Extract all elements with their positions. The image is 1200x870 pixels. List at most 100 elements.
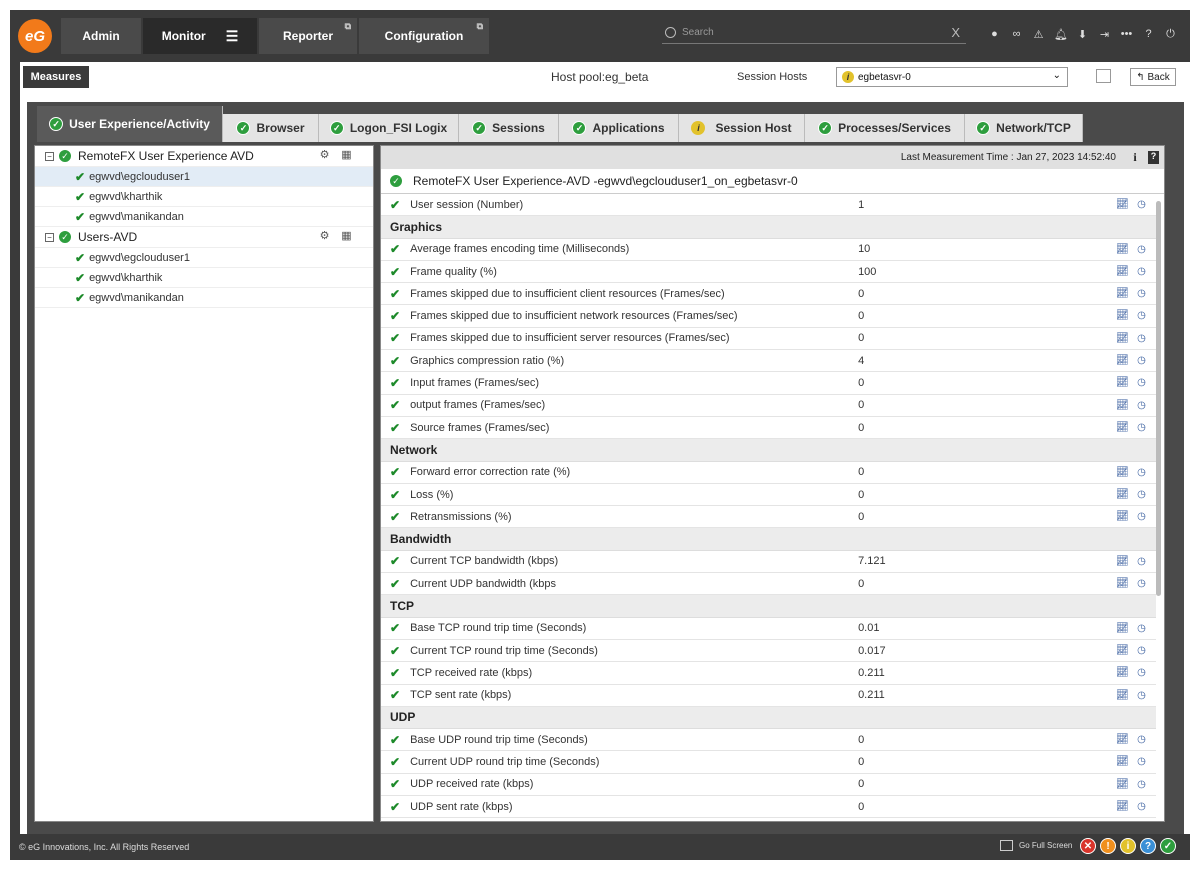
history-icon[interactable]: ◷ [1135, 510, 1148, 523]
link-icon[interactable]: ∞ [1010, 28, 1023, 41]
graph-icon[interactable]: 📈︎ [1116, 577, 1129, 590]
history-icon[interactable]: ◷ [1135, 689, 1148, 702]
config-gear-icon[interactable]: ⚙ [318, 230, 331, 243]
more-icon[interactable]: ••• [1120, 28, 1133, 41]
history-icon[interactable]: ◷ [1135, 622, 1148, 635]
graph-icon[interactable]: 📈︎ [1116, 243, 1129, 256]
graph-icon[interactable]: 📈︎ [1116, 778, 1129, 791]
graph-icon[interactable]: 📈︎ [1116, 733, 1129, 746]
search-input[interactable]: Search [682, 27, 951, 38]
tab-processes-services[interactable]: ✓ Processes/Services [805, 114, 965, 142]
graph-icon[interactable]: 📈︎ [1116, 622, 1129, 635]
graph-icon[interactable]: 📈︎ [1116, 332, 1129, 345]
tree-item[interactable]: ✔ egwvd\manikandan [35, 207, 373, 227]
graph-icon[interactable]: 📈︎ [1116, 666, 1129, 679]
measure-name: UDP received rate (kbps) [410, 778, 534, 791]
collapse-icon[interactable]: − [45, 232, 54, 242]
critical-icon[interactable]: ✕ [1080, 838, 1096, 854]
nav-reporter[interactable]: Reporter ⧉ [259, 18, 357, 54]
unknown-icon[interactable]: ? [1140, 838, 1156, 854]
history-icon[interactable]: ◷ [1135, 376, 1148, 389]
bell-icon[interactable]: 🔔︎ [1054, 28, 1068, 41]
scrollbar[interactable] [1156, 201, 1161, 596]
graph-icon[interactable]: 📈︎ [1116, 354, 1129, 367]
history-icon[interactable]: ◷ [1135, 644, 1148, 657]
graph-icon[interactable]: 📈︎ [1116, 689, 1129, 702]
collapse-icon[interactable]: − [45, 151, 54, 161]
graph-icon[interactable]: 📈︎ [1116, 421, 1129, 434]
history-icon[interactable]: ◷ [1135, 198, 1148, 211]
user-icon[interactable]: ● [988, 28, 1001, 41]
major-icon[interactable]: ! [1100, 838, 1116, 854]
graph-icon[interactable]: 📈︎ [1116, 510, 1129, 523]
history-icon[interactable]: ◷ [1135, 243, 1148, 256]
history-icon[interactable]: ◷ [1135, 800, 1148, 813]
history-icon[interactable]: ◷ [1135, 421, 1148, 434]
history-icon[interactable]: ◷ [1135, 332, 1148, 345]
tab-sessions[interactable]: ✓ Sessions [459, 114, 559, 142]
report-icon[interactable]: ▦ [340, 230, 353, 243]
tree-item[interactable]: ✔ egwvd\manikandan [35, 288, 373, 308]
session-host-select[interactable]: i egbetasvr-0 ⌄ [836, 67, 1068, 87]
nav-monitor[interactable]: Monitor ☰ [143, 18, 257, 54]
tree-group-users-avd[interactable]: − ✓ Users-AVD ⚙ ▦ [35, 227, 373, 248]
history-icon[interactable]: ◷ [1135, 265, 1148, 278]
history-icon[interactable]: ◷ [1135, 778, 1148, 791]
normal-icon[interactable]: ✓ [1160, 838, 1176, 854]
history-icon[interactable]: ◷ [1135, 399, 1148, 412]
fullscreen-window-icon[interactable] [1096, 69, 1111, 83]
graph-icon[interactable]: 📈︎ [1116, 198, 1129, 211]
config-gear-icon[interactable]: ⚙ [318, 149, 331, 162]
graph-icon[interactable]: 📈︎ [1116, 555, 1129, 568]
history-icon[interactable]: ◷ [1135, 354, 1148, 367]
nav-admin[interactable]: Admin [61, 18, 141, 54]
graph-icon[interactable]: 📈︎ [1116, 399, 1129, 412]
history-icon[interactable]: ◷ [1135, 733, 1148, 746]
alerts-icon[interactable]: ⚠ [1032, 28, 1045, 41]
help-icon[interactable]: ? [1142, 28, 1155, 41]
graph-icon[interactable]: 📈︎ [1116, 755, 1129, 768]
history-icon[interactable]: ◷ [1135, 309, 1148, 322]
tree-item[interactable]: ✔ egwvd\egclouduser1 [35, 167, 373, 187]
download-icon[interactable]: ⬇ [1076, 28, 1089, 41]
info-icon[interactable]: i [1128, 150, 1142, 165]
graph-icon[interactable]: 📈︎ [1116, 488, 1129, 501]
measures-button[interactable]: Measures [23, 66, 89, 88]
graph-icon[interactable]: 📈︎ [1116, 466, 1129, 479]
power-icon[interactable]: ⏻ [1164, 28, 1177, 41]
tree-item[interactable]: ✔ egwvd\kharthik [35, 187, 373, 207]
history-icon[interactable]: ◷ [1135, 755, 1148, 768]
search-box[interactable]: Search X [662, 22, 966, 44]
history-icon[interactable]: ◷ [1135, 666, 1148, 679]
graph-icon[interactable]: 📈︎ [1116, 265, 1129, 278]
history-icon[interactable]: ◷ [1135, 287, 1148, 300]
nav-configuration[interactable]: Configuration ⧉ [359, 18, 489, 54]
tree-group-remotefx[interactable]: − ✓ RemoteFX User Experience AVD ⚙ ▦ [35, 146, 373, 167]
tab-browser[interactable]: ✓ Browser [223, 114, 319, 142]
minor-icon[interactable]: i [1120, 838, 1136, 854]
report-icon[interactable]: ▦ [340, 149, 353, 162]
eg-logo[interactable]: eG [18, 19, 52, 53]
tab-applications[interactable]: ✓ Applications [559, 114, 679, 142]
go-full-screen[interactable]: Go Full Screen [1000, 840, 1072, 851]
graph-icon[interactable]: 📈︎ [1116, 800, 1129, 813]
tab-user-experience[interactable]: ✓ User Experience/Activity [37, 106, 223, 142]
tab-logon-fsi[interactable]: ✓ Logon_FSI Logix [319, 114, 459, 142]
graph-icon[interactable]: 📈︎ [1116, 376, 1129, 389]
clear-search-icon[interactable]: X [951, 25, 960, 40]
tree-item[interactable]: ✔ egwvd\egclouduser1 [35, 248, 373, 268]
help-icon[interactable]: ? [1148, 151, 1159, 164]
graph-icon[interactable]: 📈︎ [1116, 309, 1129, 322]
back-button[interactable]: ↰ Back [1130, 68, 1176, 86]
tab-network-tcp[interactable]: ✓ Network/TCP [965, 114, 1083, 142]
history-icon[interactable]: ◷ [1135, 466, 1148, 479]
tree-item[interactable]: ✔ egwvd\kharthik [35, 268, 373, 288]
history-icon[interactable]: ◷ [1135, 488, 1148, 501]
history-icon[interactable]: ◷ [1135, 555, 1148, 568]
history-icon[interactable]: ◷ [1135, 577, 1148, 590]
signout-icon[interactable]: ⇥ [1098, 28, 1111, 41]
graph-icon[interactable]: 📈︎ [1116, 644, 1129, 657]
hamburger-menu-icon[interactable]: ☰ [226, 28, 239, 45]
graph-icon[interactable]: 📈︎ [1116, 287, 1129, 300]
tab-session-host[interactable]: i Session Host [679, 114, 805, 142]
